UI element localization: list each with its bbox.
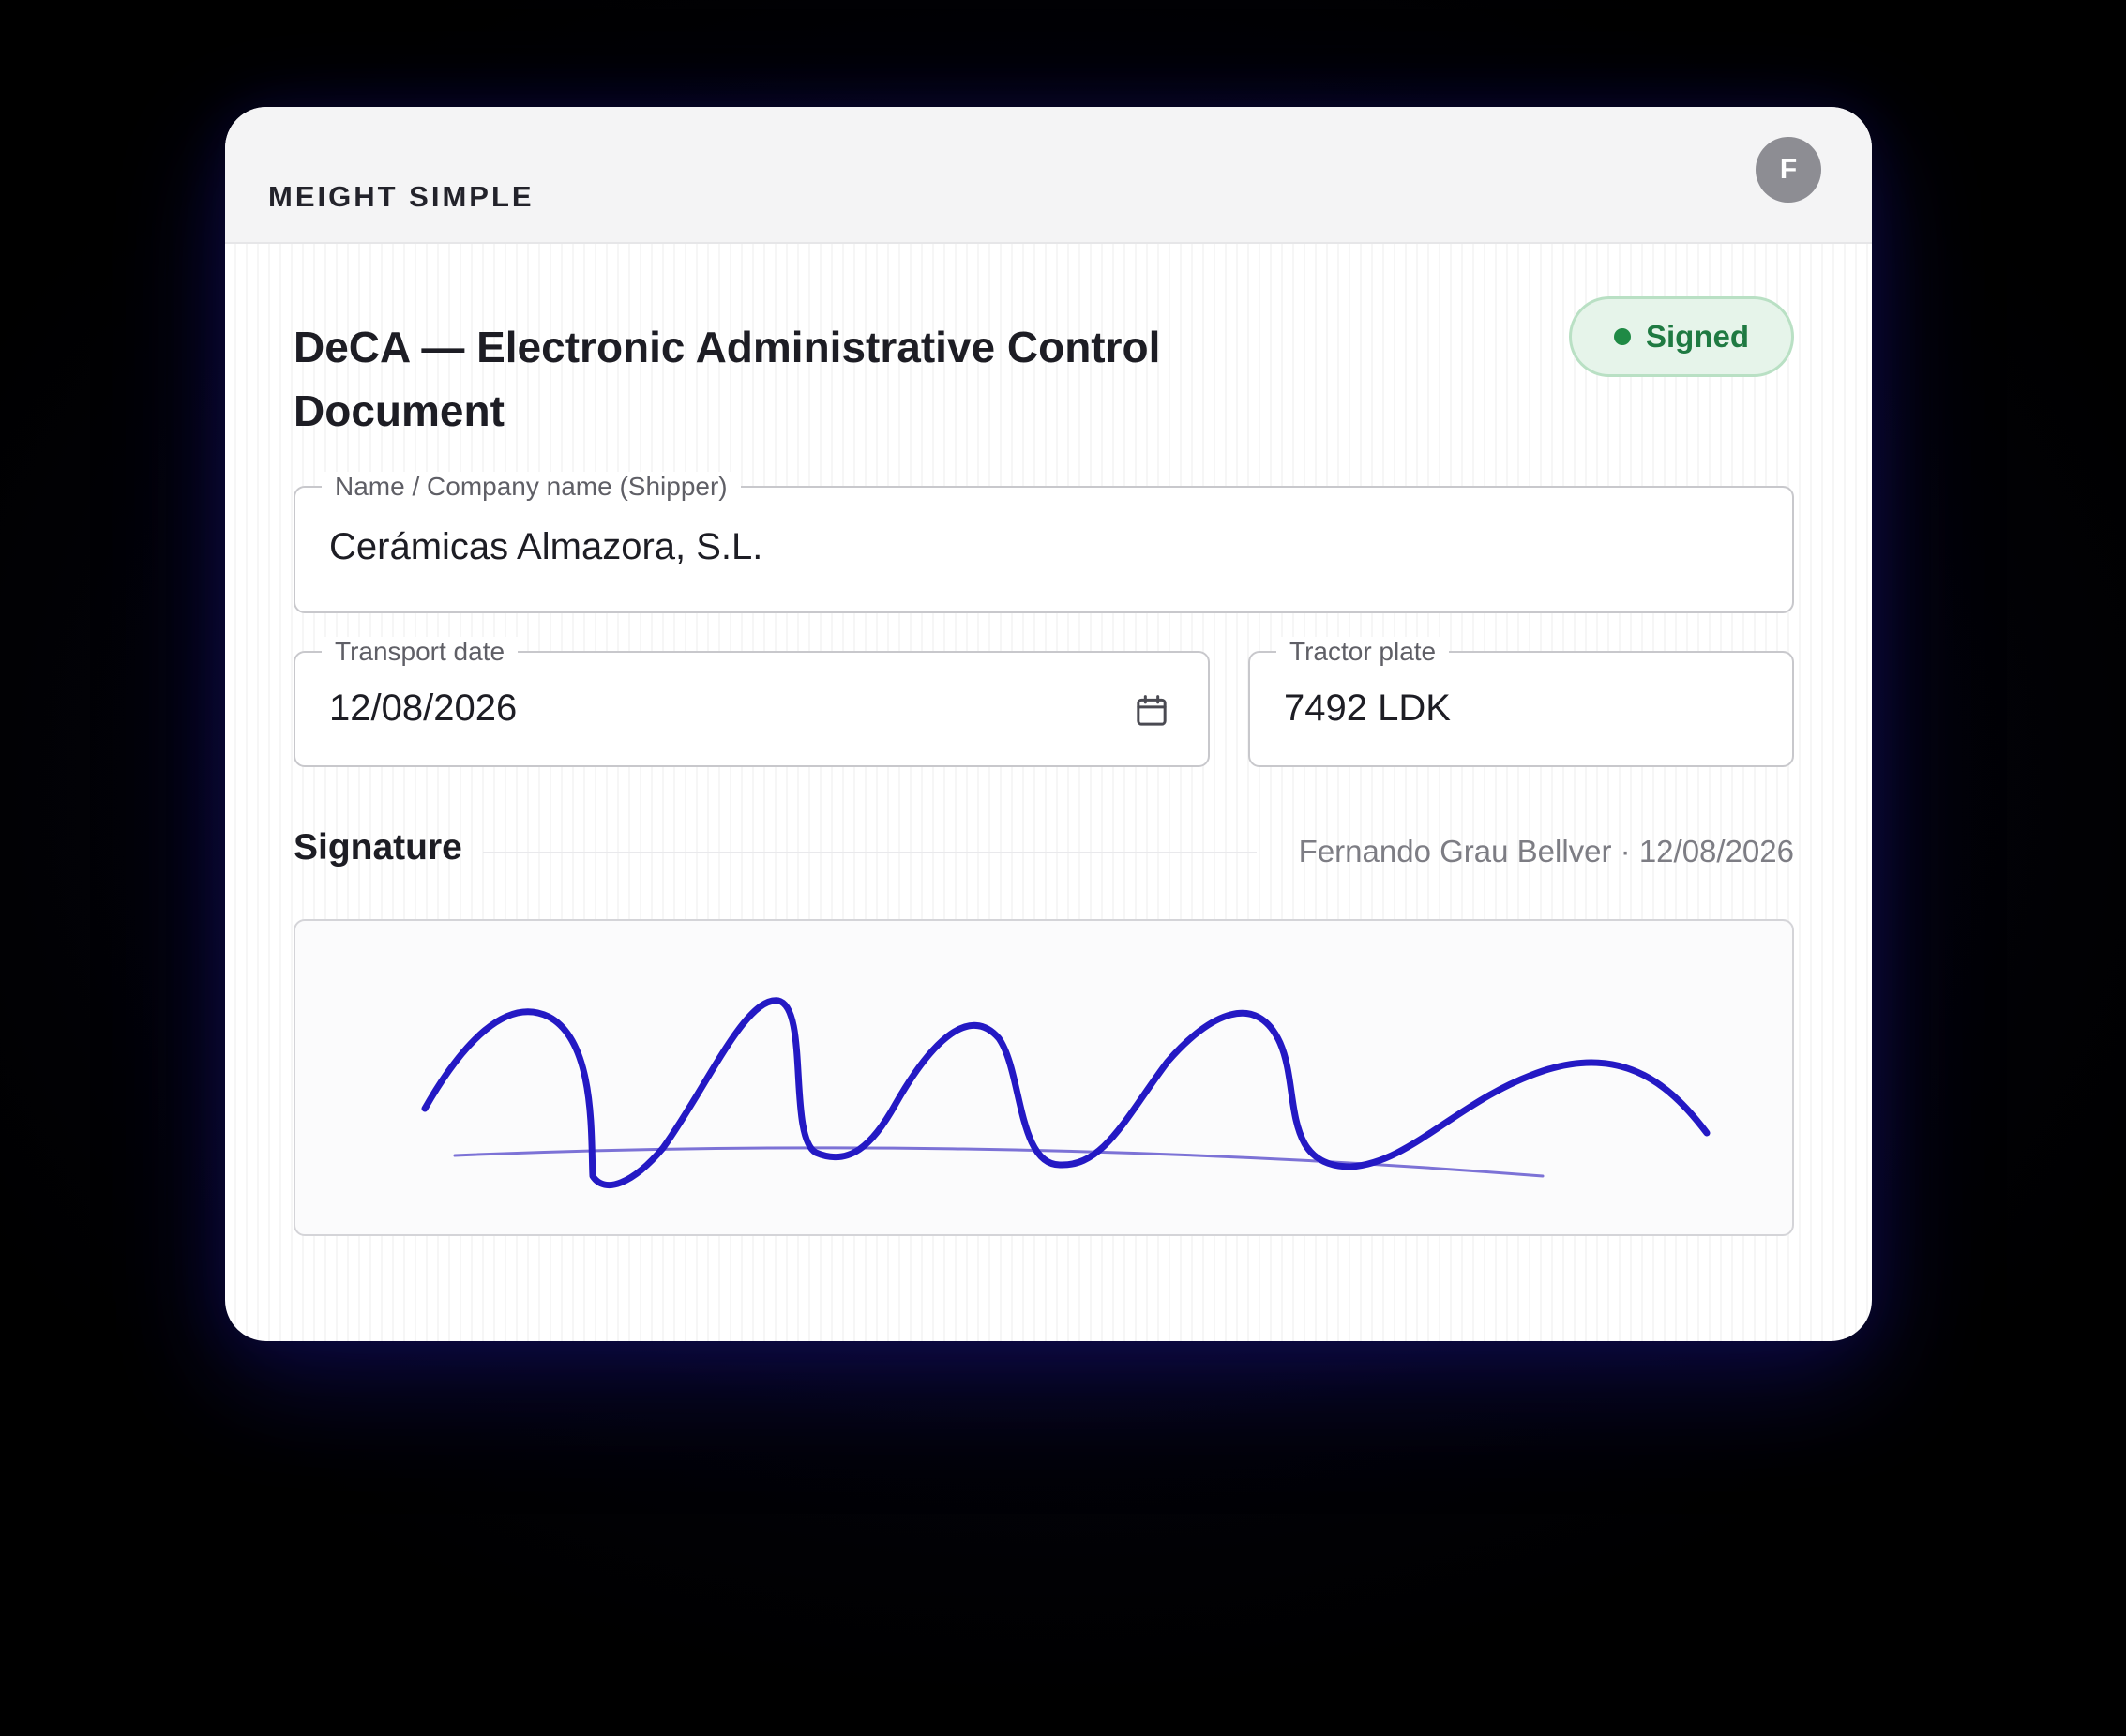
shipper-field[interactable]: Name / Company name (Shipper) Cerámicas … <box>294 472 1794 613</box>
signature-drawing <box>421 997 1711 1188</box>
tractor-plate-label: Tractor plate <box>1276 637 1450 667</box>
status-label: Signed <box>1645 319 1749 354</box>
transport-date-field[interactable]: Transport date 12/08/2026 <box>294 637 1210 767</box>
app-header: MEIGHT SIMPLE F <box>225 107 1872 244</box>
brand-logo: MEIGHT SIMPLE <box>268 180 535 213</box>
shipper-label: Name / Company name (Shipper) <box>322 472 741 502</box>
signature-divider <box>483 852 1257 853</box>
shipper-value[interactable]: Cerámicas Almazora, S.L. <box>329 525 762 568</box>
signature-heading: Signature <box>294 827 462 868</box>
transport-date-value[interactable]: 12/08/2026 <box>329 687 517 730</box>
transport-date-label: Transport date <box>322 637 519 667</box>
user-avatar[interactable]: F <box>1756 137 1821 203</box>
signature-meta: Fernando Grau Bellver · 12/08/2026 <box>1298 834 1794 868</box>
status-dot-icon <box>1613 328 1631 345</box>
signature-pad[interactable] <box>294 919 1794 1236</box>
document-title: DeCA — Electronic Administrative Control… <box>294 323 1161 435</box>
tractor-plate-value[interactable]: 7492 LDK <box>1284 687 1451 730</box>
status-badge: Signed <box>1569 296 1794 377</box>
signature-stroke <box>421 997 1711 1188</box>
calendar-icon[interactable] <box>1133 692 1170 730</box>
tractor-plate-field[interactable]: Tractor plate 7492 LDK <box>1248 637 1794 767</box>
document-card: MEIGHT SIMPLE F DeCA — Electronic Admini… <box>225 107 1872 1341</box>
